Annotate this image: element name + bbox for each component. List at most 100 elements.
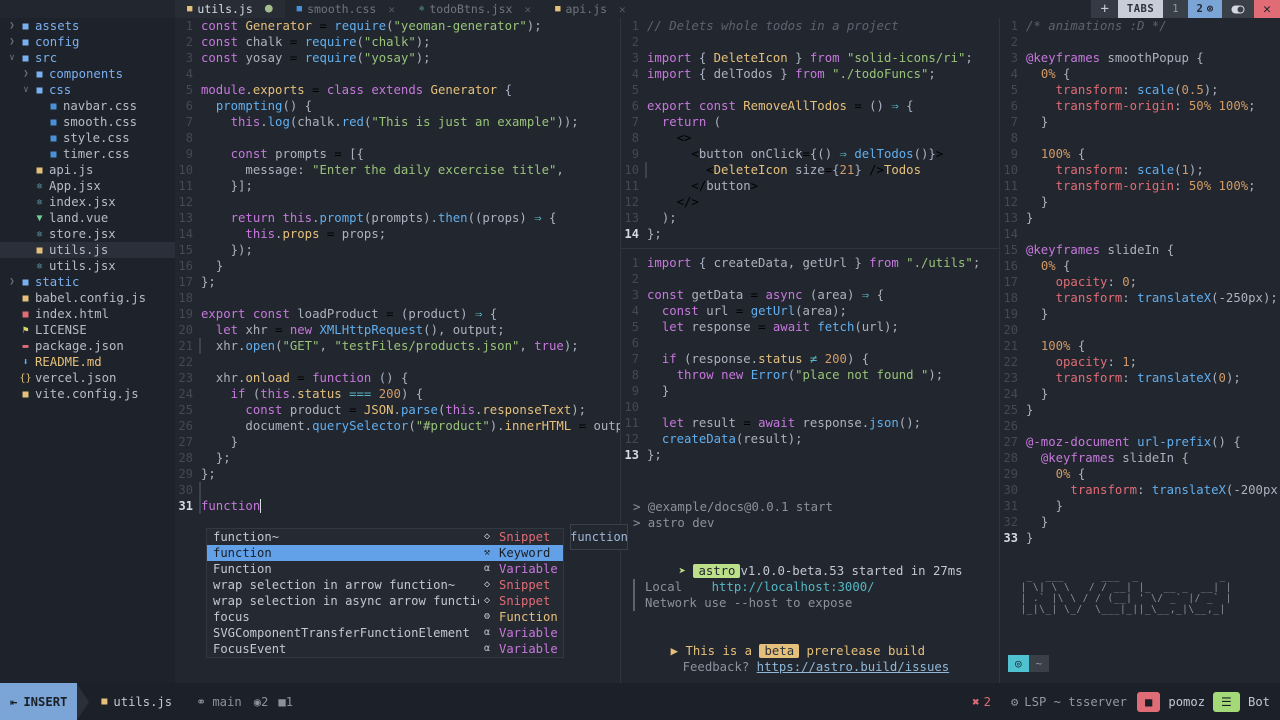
code-line: 25} bbox=[1000, 402, 1280, 418]
tabpage-2-button[interactable]: 2 ⊗ bbox=[1188, 0, 1223, 18]
react-file-icon: ⚛ bbox=[32, 261, 47, 272]
completion-item[interactable]: function~◇Snippet bbox=[207, 529, 563, 545]
close-icon[interactable]: ✕ bbox=[388, 3, 395, 16]
completion-item[interactable]: wrap selection in arrow function~◇Snippe… bbox=[207, 577, 563, 593]
tab-utils-js[interactable]: ■utils.js● bbox=[175, 0, 285, 18]
pomoz-icon-badge[interactable]: ■ bbox=[1137, 692, 1160, 712]
explorer-file-navbar-css[interactable]: ■navbar.css bbox=[0, 98, 175, 114]
explorer-dir-config[interactable]: ❯■config bbox=[0, 34, 175, 50]
editor-pane-animations-css[interactable]: 1/* animations :D */2 3@keyframes smooth… bbox=[1000, 18, 1280, 563]
new-tab-button[interactable]: + bbox=[1091, 0, 1117, 18]
explorer-file-api-js[interactable]: ■api.js bbox=[0, 162, 175, 178]
explorer-dir-components[interactable]: ❯■components bbox=[0, 66, 175, 82]
explorer-file-app-jsx[interactable]: ⚛App.jsx bbox=[0, 178, 175, 194]
code-line: 3@keyframes smoothPopup { bbox=[1000, 50, 1280, 66]
close-icon[interactable]: ✕ bbox=[524, 3, 531, 16]
explorer-file-vercel-json[interactable]: {}vercel.json bbox=[0, 370, 175, 386]
tabpage-1-button[interactable]: 1 bbox=[1163, 0, 1187, 18]
line-number: 27 bbox=[1000, 434, 1026, 450]
line-number: 2 bbox=[1000, 34, 1026, 50]
explorer-file-babel-config-js[interactable]: ■babel.config.js bbox=[0, 290, 175, 306]
tab-todobtns-jsx[interactable]: ⚛todoBtns.jsx✕ bbox=[407, 0, 543, 18]
code-line: 5 bbox=[621, 82, 999, 98]
completion-item[interactable]: SVGComponentTransferFunctionElementαVari… bbox=[207, 625, 563, 641]
status-filename: utils.js bbox=[113, 695, 172, 709]
code-text: this.props = props; bbox=[201, 226, 620, 242]
completion-popup[interactable]: function~◇Snippetfunction⚒KeywordFunctio… bbox=[206, 528, 564, 658]
explorer-file-readme-md[interactable]: ⬇README.md bbox=[0, 354, 175, 370]
code-text: const product = JSON.parse(this.response… bbox=[201, 402, 620, 418]
chevron-icon[interactable]: ∨ bbox=[6, 53, 18, 63]
explorer-file-vite-config-js[interactable]: ■vite.config.js bbox=[0, 386, 175, 402]
chevron-icon[interactable]: ❯ bbox=[6, 21, 18, 31]
code-line: 1const Generator = require("yeoman-gener… bbox=[175, 18, 620, 34]
explorer-item-label: LICENSE bbox=[35, 323, 87, 337]
code-text: } bbox=[1026, 402, 1280, 418]
explorer-file-store-jsx[interactable]: ⚛store.jsx bbox=[0, 226, 175, 242]
explorer-file-utils-js[interactable]: ■utils.js bbox=[0, 242, 175, 258]
code-line: 24 } bbox=[1000, 386, 1280, 402]
explorer-dir-src[interactable]: ∨■src bbox=[0, 50, 175, 66]
explorer-item-label: src bbox=[35, 51, 57, 65]
status-git: ⚭ main bbox=[184, 695, 254, 709]
close-icon[interactable]: ✕ bbox=[619, 3, 626, 16]
explorer-file-license[interactable]: ⚑LICENSE bbox=[0, 322, 175, 338]
local-url[interactable]: http://localhost:3000/ bbox=[712, 580, 875, 594]
explorer-file-timer-css[interactable]: ■timer.css bbox=[0, 146, 175, 162]
explorer-file-style-css[interactable]: ■style.css bbox=[0, 130, 175, 146]
dashboard-tab-1[interactable]: ~ bbox=[1029, 655, 1050, 672]
feedback-url[interactable]: https://astro.build/issues bbox=[757, 660, 950, 674]
code-text: @keyframes smoothPopup { bbox=[1026, 50, 1280, 66]
file-explorer-sidebar[interactable]: ❯■assets❯■config∨■src❯■components∨■css■n… bbox=[0, 18, 175, 683]
close-icon[interactable]: ⊗ bbox=[1207, 3, 1213, 15]
code-text: 0% { bbox=[1026, 66, 1280, 82]
close-window-button[interactable]: ✕ bbox=[1254, 0, 1280, 18]
explorer-item-label: package.json bbox=[35, 339, 124, 353]
clock-icon: ■ bbox=[1145, 695, 1152, 709]
explorer-item-label: index.html bbox=[35, 307, 109, 321]
explorer-file-index-html[interactable]: ■index.html bbox=[0, 306, 175, 322]
bot-icon-badge[interactable]: ☰ bbox=[1213, 692, 1240, 712]
completion-item[interactable]: FocusEventαVariable bbox=[207, 641, 563, 657]
tab-bar: ■utils.js●■smooth.css✕⚛todoBtns.jsx✕■api… bbox=[0, 0, 1280, 18]
explorer-dir-static[interactable]: ❯■static bbox=[0, 274, 175, 290]
explorer-file-utils-jsx[interactable]: ⚛utils.jsx bbox=[0, 258, 175, 274]
code-text: 100% { bbox=[1026, 146, 1280, 162]
line-number: 14 bbox=[1000, 226, 1026, 242]
code-text bbox=[201, 66, 620, 82]
completion-item[interactable]: FunctionαVariable bbox=[207, 561, 563, 577]
code-text: <button onClick={() ⇒ delTodos()}> bbox=[647, 146, 999, 162]
editor-pane-api-js[interactable]: 1// Delets whole todos in a project2 3im… bbox=[621, 18, 999, 493]
dashboard-tab-strip[interactable]: ◎~ bbox=[1008, 655, 1049, 672]
explorer-dir-css[interactable]: ∨■css bbox=[0, 82, 175, 98]
toggle-switch-icon bbox=[1231, 5, 1245, 14]
warning-icon: ◉ bbox=[254, 695, 261, 709]
code-text: }]; bbox=[201, 178, 620, 194]
triangle-icon: ▶ bbox=[671, 644, 686, 658]
code-text: </> bbox=[647, 194, 999, 210]
tab-smooth-css[interactable]: ■smooth.css✕ bbox=[285, 0, 407, 18]
completion-item[interactable]: focus⚙Function bbox=[207, 609, 563, 625]
explorer-file-land-vue[interactable]: ▼land.vue bbox=[0, 210, 175, 226]
code-text: transform: translateX(0); bbox=[1026, 370, 1280, 386]
explorer-file-package-json[interactable]: ▬package.json bbox=[0, 338, 175, 354]
line-number: 5 bbox=[175, 82, 201, 98]
tab-api-js[interactable]: ■api.js✕ bbox=[543, 0, 638, 18]
explorer-dir-assets[interactable]: ❯■assets bbox=[0, 18, 175, 34]
chevron-icon[interactable]: ❯ bbox=[6, 277, 18, 287]
completion-item[interactable]: function⚒Keyword bbox=[207, 545, 563, 561]
code-line: 2 bbox=[621, 34, 999, 50]
chevron-icon[interactable]: ❯ bbox=[6, 37, 18, 47]
explorer-file-smooth-css[interactable]: ■smooth.css bbox=[0, 114, 175, 130]
completion-kind-icon: α bbox=[479, 625, 495, 641]
explorer-file-index-jsx[interactable]: ⚛index.jsx bbox=[0, 194, 175, 210]
terminal-pane[interactable]: > @example/docs@0.0.1 start > astro dev … bbox=[621, 493, 999, 683]
completion-item[interactable]: wrap selection in async arrow function~◇… bbox=[207, 593, 563, 609]
dashboard-tab-0[interactable]: ◎ bbox=[1008, 655, 1029, 672]
line-number: 11 bbox=[621, 178, 647, 194]
chevron-icon[interactable]: ∨ bbox=[20, 85, 32, 95]
status-mode-arrow bbox=[77, 684, 89, 720]
status-right-group: ✖ 2 ⚙ LSP ~ tsserver ■ pomoz ☰ Bot bbox=[962, 692, 1280, 712]
toggle-icon[interactable] bbox=[1222, 0, 1254, 18]
chevron-icon[interactable]: ❯ bbox=[20, 69, 32, 79]
